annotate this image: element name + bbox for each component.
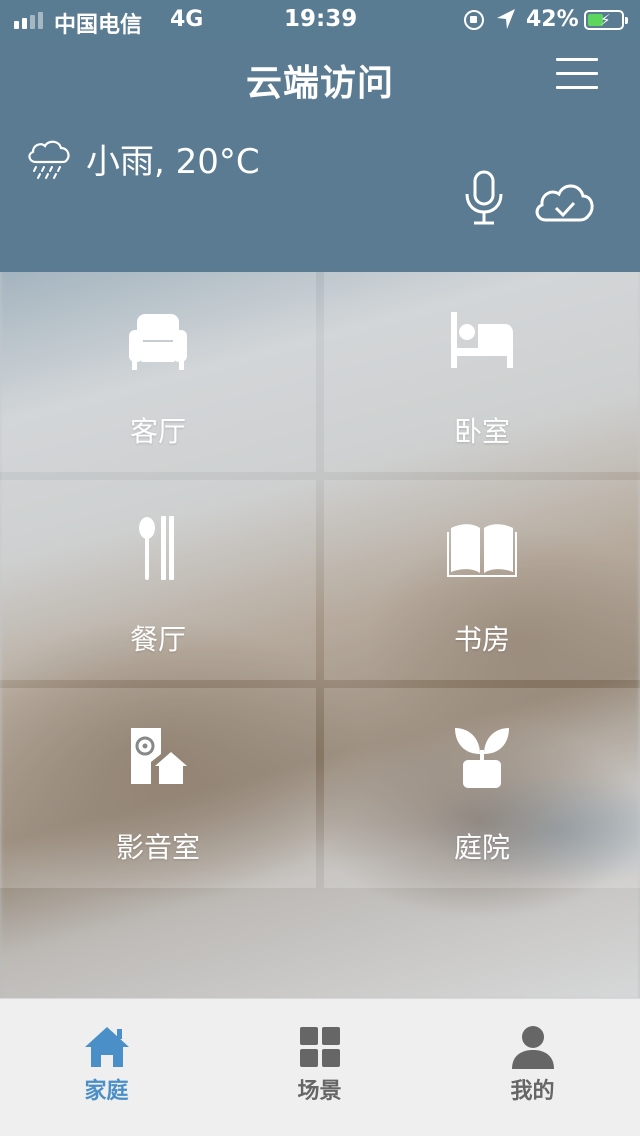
home-icon — [84, 1027, 129, 1067]
room-label: 影音室 — [115, 831, 200, 864]
clock: 19:39 — [284, 6, 358, 32]
tab-label: 场景 — [297, 1079, 342, 1104]
header: 云端访问 小雨, 20°C — [0, 40, 640, 272]
room-tile-media-room[interactable]: 影音室 — [0, 688, 316, 888]
room-tile-living-room[interactable]: 客厅 — [0, 272, 316, 472]
room-label: 餐厅 — [129, 623, 186, 656]
sofa-icon — [129, 314, 187, 370]
tab-label: 家庭 — [84, 1079, 129, 1104]
microphone-icon[interactable] — [462, 170, 506, 226]
rotation-lock-icon — [464, 10, 484, 30]
signal-icon — [14, 12, 43, 29]
book-icon — [447, 524, 517, 577]
room-label: 客厅 — [129, 415, 186, 448]
tab-scene[interactable]: 场景 — [213, 999, 426, 1136]
room-tile-bedroom[interactable]: 卧室 — [324, 272, 640, 472]
room-tile-courtyard[interactable]: 庭院 — [324, 688, 640, 888]
rain-cloud-icon — [28, 140, 70, 179]
bed-icon — [451, 312, 513, 368]
utensils-icon — [139, 516, 174, 580]
tab-mine[interactable]: 我的 — [426, 999, 639, 1136]
cloud-check-icon[interactable] — [532, 178, 596, 224]
page-title: 云端访问 — [245, 63, 394, 104]
speaker-icon — [131, 728, 187, 784]
room-label: 卧室 — [453, 415, 510, 448]
location-arrow-icon — [497, 9, 515, 29]
network-type: 4G — [170, 7, 204, 32]
weather-text: 小雨, 20°C — [86, 142, 260, 182]
battery-icon: ⚡ — [584, 10, 628, 30]
carrier-label: 中国电信 — [54, 13, 143, 38]
room-grid: 客厅 卧室 餐厅 书房 影音室 庭院 — [0, 272, 640, 888]
status-bar: 中国电信 4G 19:39 42% ⚡ — [0, 0, 640, 40]
menu-button[interactable] — [556, 58, 598, 98]
plant-icon — [455, 728, 509, 788]
room-tile-study[interactable]: 书房 — [324, 480, 640, 680]
battery-percent: 42% — [526, 7, 579, 32]
tab-bar: 家庭 场景 我的 — [0, 998, 640, 1136]
grid-icon — [299, 1027, 340, 1067]
room-tile-dining-room[interactable]: 餐厅 — [0, 480, 316, 680]
tab-label: 我的 — [510, 1079, 555, 1104]
user-icon — [511, 1026, 554, 1069]
room-label: 书房 — [453, 623, 510, 656]
room-label: 庭院 — [453, 831, 510, 864]
tab-home[interactable]: 家庭 — [0, 999, 213, 1136]
